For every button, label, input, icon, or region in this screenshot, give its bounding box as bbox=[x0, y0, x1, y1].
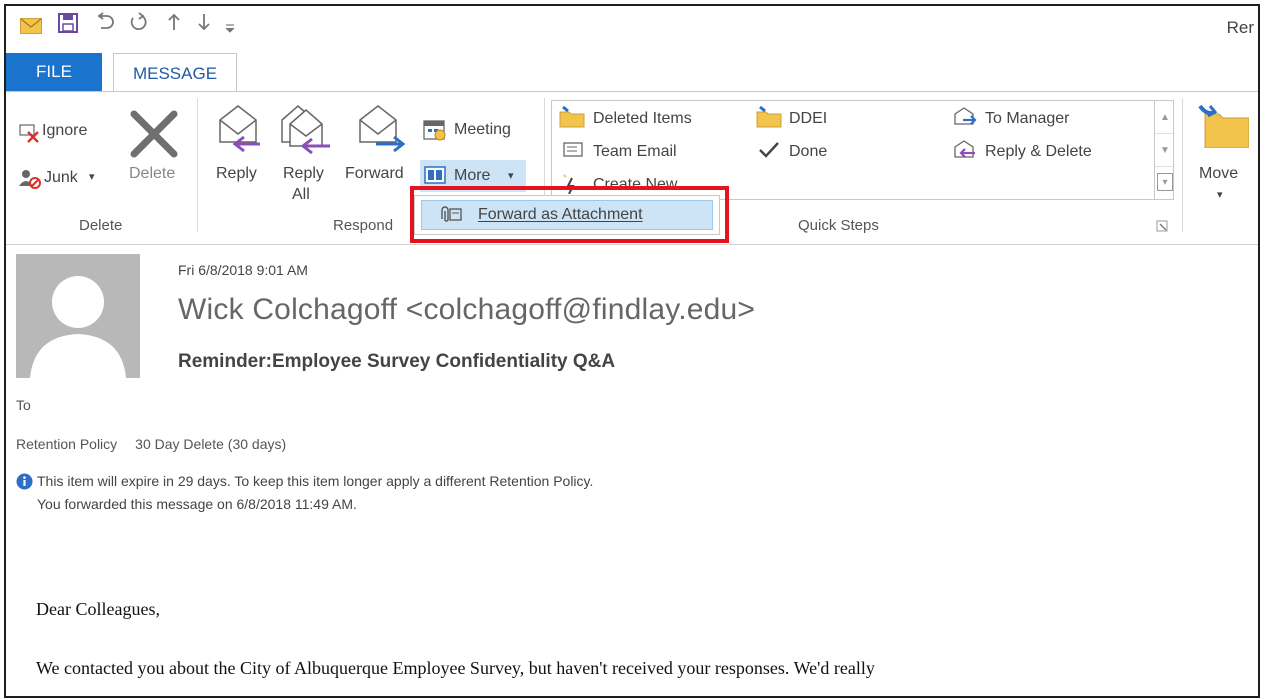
quick-access-toolbar: Rer bbox=[6, 6, 1258, 42]
meeting-button[interactable]: Meeting bbox=[454, 121, 511, 139]
ignore-icon bbox=[19, 124, 39, 143]
scroll-down-arrow[interactable]: ▼ bbox=[1155, 134, 1175, 167]
reply-all-button-line1[interactable]: Reply bbox=[283, 165, 324, 183]
ignore-button[interactable]: Ignore bbox=[42, 122, 87, 140]
reply-button[interactable]: Reply bbox=[216, 165, 257, 183]
meeting-icon bbox=[423, 120, 446, 141]
customize-icon[interactable] bbox=[224, 18, 236, 38]
retention-policy-value: 30 Day Delete (30 days) bbox=[135, 436, 287, 452]
more-button-label: More bbox=[454, 167, 491, 184]
forwarded-info-text: You forwarded this message on 6/8/2018 1… bbox=[37, 496, 357, 512]
message-sender[interactable]: Wick Colchagoff <colchagoff@findlay.edu> bbox=[178, 293, 755, 327]
save-icon[interactable] bbox=[58, 13, 78, 33]
folder-icon bbox=[756, 106, 782, 128]
quick-step-to-manager[interactable]: To Manager bbox=[985, 110, 1070, 128]
team-email-icon bbox=[563, 142, 583, 157]
junk-button[interactable]: Junk bbox=[44, 169, 78, 187]
dialog-launcher-icon[interactable] bbox=[1156, 220, 1168, 232]
quick-step-reply-delete[interactable]: Reply & Delete bbox=[985, 143, 1092, 161]
reply-all-icon[interactable] bbox=[278, 100, 334, 154]
tab-message[interactable]: MESSAGE bbox=[113, 53, 237, 93]
reply-all-button-line2[interactable]: All bbox=[292, 186, 310, 204]
group-separator bbox=[197, 98, 198, 232]
quick-step-ddei[interactable]: DDEI bbox=[789, 110, 827, 128]
up-arrow-icon[interactable] bbox=[166, 12, 182, 32]
window-title: Rer bbox=[1226, 18, 1254, 37]
junk-icon bbox=[19, 170, 41, 189]
scroll-up-arrow[interactable]: ▲ bbox=[1155, 101, 1175, 134]
checkmark-icon bbox=[759, 142, 779, 158]
more-dropdown-caret: ▾ bbox=[508, 170, 514, 182]
delete-group-label: Delete bbox=[79, 217, 123, 234]
ribbon-tabs: FILE MESSAGE bbox=[6, 53, 1258, 93]
delete-x-icon[interactable] bbox=[128, 108, 180, 160]
message-date: Fri 6/8/2018 9:01 AM bbox=[178, 262, 308, 278]
reply-delete-icon bbox=[954, 140, 975, 158]
info-icon bbox=[16, 473, 33, 490]
retention-policy: Retention Policy 30 Day Delete (30 days) bbox=[16, 436, 286, 452]
to-label: To bbox=[16, 397, 31, 413]
person-silhouette-icon bbox=[30, 276, 126, 378]
quick-steps-group-label: Quick Steps bbox=[798, 217, 879, 234]
respond-group-label: Respond bbox=[333, 217, 394, 234]
retention-policy-label: Retention Policy bbox=[16, 436, 118, 452]
outlook-message-window: Rer FILE MESSAGE Ignore Junk ▾ Delete De… bbox=[4, 4, 1260, 698]
retention-info-text: This item will expire in 29 days. To kee… bbox=[37, 473, 594, 489]
quick-step-deleted-items[interactable]: Deleted Items bbox=[593, 110, 692, 128]
message-body-paragraph: We contacted you about the City of Albuq… bbox=[36, 658, 875, 678]
down-arrow-icon[interactable] bbox=[196, 12, 212, 32]
avatar bbox=[16, 254, 140, 378]
move-button[interactable]: Move bbox=[1199, 165, 1238, 183]
move-icon[interactable] bbox=[1197, 102, 1249, 148]
forward-button[interactable]: Forward bbox=[345, 165, 404, 183]
message-body-greeting: Dear Colleagues, bbox=[36, 599, 160, 619]
highlight-callout-box bbox=[410, 186, 729, 243]
quick-step-team-email[interactable]: Team Email bbox=[593, 143, 677, 161]
reply-icon[interactable] bbox=[214, 100, 266, 154]
quick-step-done[interactable]: Done bbox=[789, 143, 827, 161]
quick-steps-scrollbar[interactable]: ▲ ▼ ▾ bbox=[1154, 101, 1175, 199]
group-separator bbox=[1182, 98, 1183, 232]
delete-button[interactable]: Delete bbox=[129, 165, 175, 183]
envelope-icon[interactable] bbox=[20, 16, 42, 36]
gallery-expand-button[interactable]: ▾ bbox=[1157, 173, 1173, 191]
undo-icon[interactable] bbox=[94, 12, 116, 32]
junk-dropdown-caret[interactable]: ▾ bbox=[89, 170, 95, 183]
forward-icon[interactable] bbox=[356, 100, 410, 154]
message-subject: Reminder:Employee Survey Confidentiality… bbox=[178, 351, 616, 372]
to-manager-icon bbox=[954, 107, 977, 125]
tab-file[interactable]: FILE bbox=[6, 53, 102, 91]
move-dropdown-caret[interactable]: ▾ bbox=[1217, 188, 1223, 201]
more-icon bbox=[424, 166, 446, 184]
redo-icon[interactable] bbox=[128, 12, 150, 32]
folder-icon bbox=[559, 106, 585, 128]
